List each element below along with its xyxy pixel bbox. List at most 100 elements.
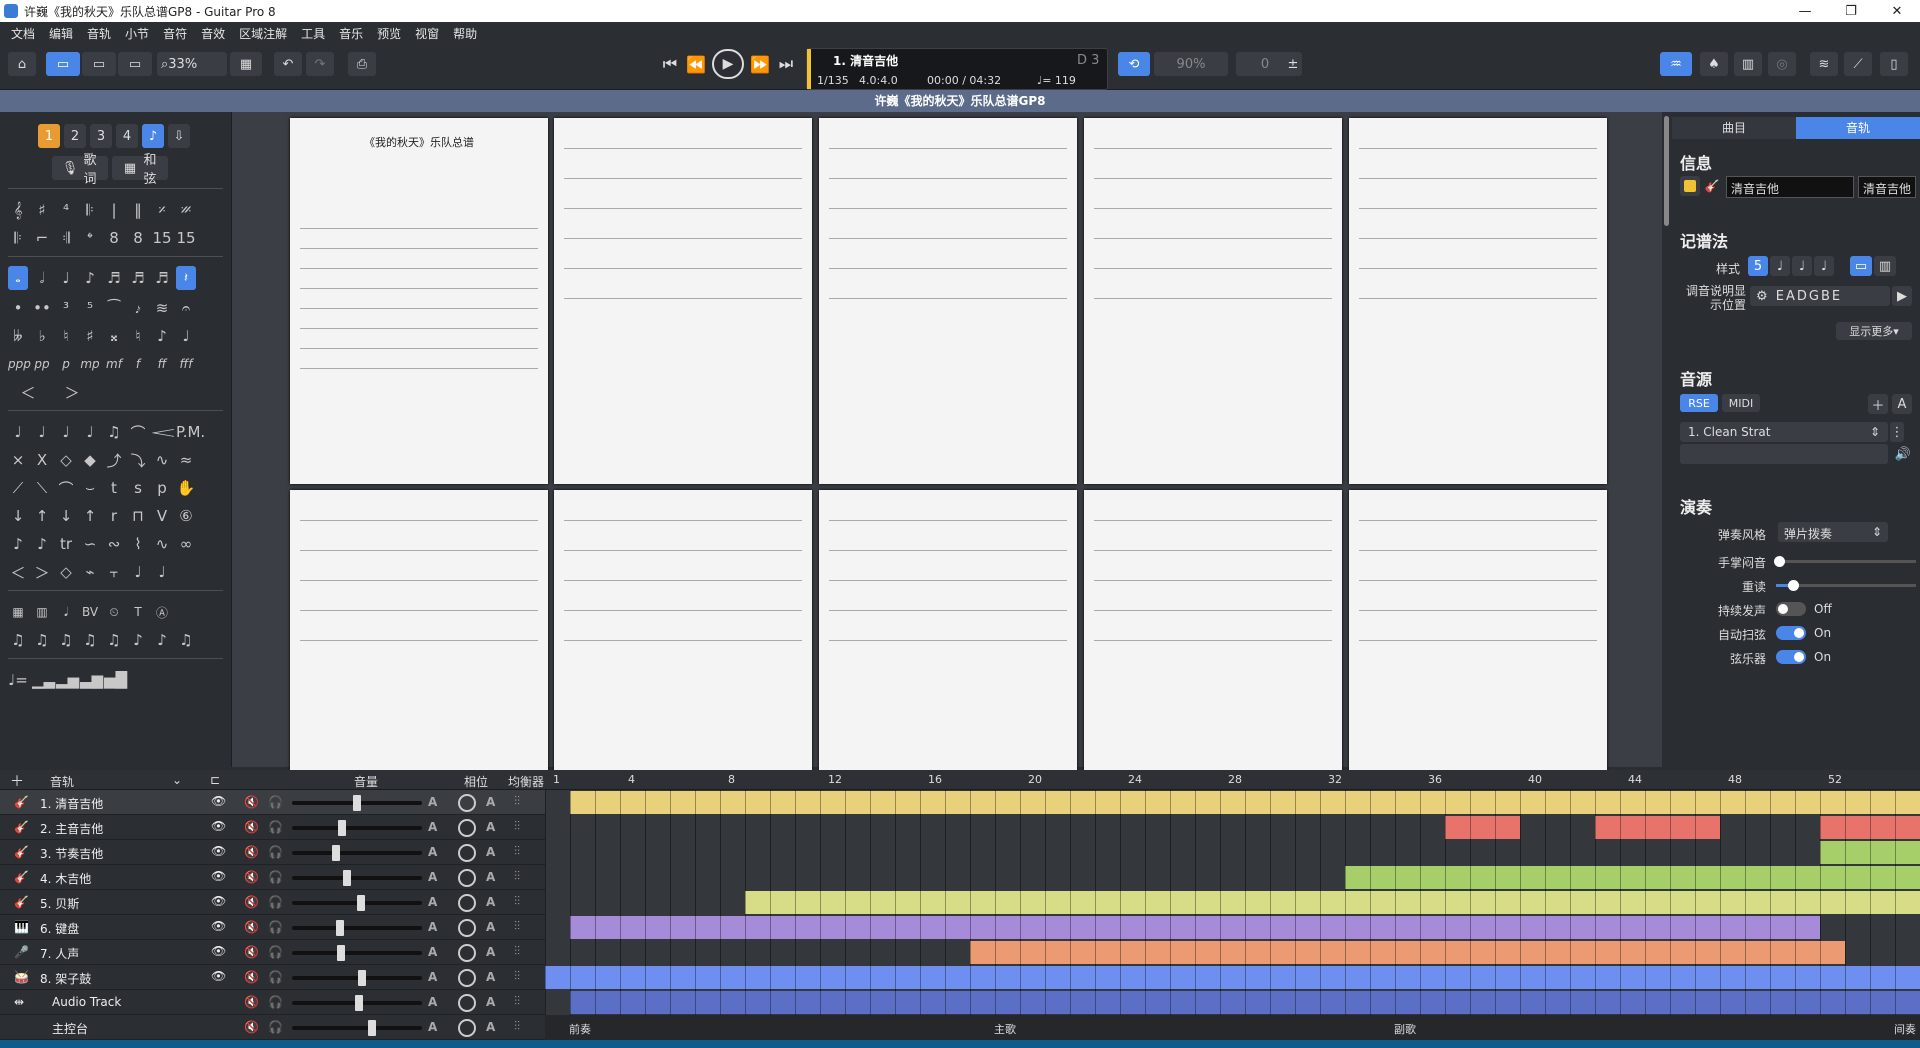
slider-handle[interactable] [1774, 556, 1785, 567]
track-short-name-input[interactable]: 清音吉他 [1858, 176, 1916, 198]
up-bow-icon[interactable]: V [152, 507, 172, 525]
mordent-icon[interactable]: ∾ [104, 535, 124, 553]
preset-select[interactable]: 1. Clean Strat ⇕ [1680, 422, 1888, 442]
volume-slider[interactable] [292, 845, 422, 861]
solo-icon[interactable]: 🎧 [268, 970, 283, 984]
track-lane[interactable] [545, 890, 1920, 915]
eq-icon[interactable]: ⫶⫶ [514, 944, 520, 959]
menu-note[interactable]: 音符 [156, 25, 194, 42]
eq-automation-icon[interactable]: ▅█ [104, 671, 127, 689]
eq-icon[interactable]: ⫶⫶ [514, 894, 520, 909]
visibility-icon[interactable]: 👁 [211, 944, 226, 958]
scrollbar-thumb[interactable] [1664, 116, 1669, 226]
standard-notation-icon[interactable]: ♩ [1770, 256, 1790, 276]
volume-automation-icon[interactable]: A [428, 845, 437, 859]
solo-icon[interactable]: 🎧 [268, 895, 283, 909]
track-row[interactable]: ⇹ Audio Track 🔇 🎧 A A ⫶⫶ [0, 990, 545, 1015]
grace-icon[interactable]: 𝆔 [128, 299, 148, 317]
loop-icon[interactable]: ⟲ [1118, 52, 1150, 76]
volume-automation-icon[interactable]: A [428, 870, 437, 884]
play-button[interactable]: ▶ [712, 49, 744, 79]
go-end-icon[interactable]: ⏭ [774, 52, 798, 76]
artificial-harmonic-icon[interactable]: ◆ [80, 451, 100, 469]
slap-icon[interactable]: s [128, 479, 148, 497]
volume-automation-icon[interactable]: A [428, 795, 437, 809]
volume-slider[interactable] [292, 820, 422, 836]
beam-icon[interactable]: 𝅘𝅥 [56, 605, 76, 620]
alt-ending-icon[interactable]: ⌐ [32, 229, 52, 247]
stroke-up-icon[interactable]: ↑ [32, 507, 52, 525]
rasgueado-icon[interactable]: r [104, 507, 124, 525]
score-page-4[interactable] [1084, 118, 1342, 484]
auto-beam-2-icon[interactable]: ♫ [32, 631, 52, 649]
tremolo-icon[interactable]: ≋ [152, 299, 172, 317]
mute-icon[interactable]: 🔇 [244, 995, 259, 1009]
diamond-icon[interactable]: ◇ [56, 563, 76, 581]
volume-slider[interactable] [292, 795, 422, 811]
pick-down-icon[interactable]: ↓ [56, 507, 76, 525]
mute-icon[interactable]: 🔇 [244, 1020, 259, 1034]
key-sig-icon[interactable]: ♯ [32, 201, 52, 219]
tremolo-bar-icon[interactable]: ♩ [152, 563, 172, 581]
plus-minus-icon[interactable]: ± [1284, 52, 1302, 76]
layout-screen-icon[interactable]: ▭ [118, 52, 152, 76]
more-options-icon[interactable]: ⋮ [1890, 422, 1904, 442]
section-marker[interactable]: 副歌 [1394, 1021, 1416, 1037]
volume-automation-icon[interactable]: ▁▃ [32, 671, 55, 689]
volume-automation-icon[interactable]: A [428, 945, 437, 959]
eq-icon[interactable]: ⫶⫶ [514, 919, 520, 934]
mute-icon[interactable]: 🔇 [244, 870, 259, 884]
pan-knob[interactable] [458, 794, 476, 812]
chord-button[interactable]: ▦ 和弦 [112, 153, 168, 187]
pan-automation-icon[interactable]: A [486, 820, 495, 834]
slash-notation-icon[interactable]: ♩ [1792, 256, 1812, 276]
volume-automation-icon[interactable]: A [428, 820, 437, 834]
volume-handle[interactable] [368, 1020, 376, 1036]
tab-song[interactable]: 曲目 [1672, 117, 1796, 139]
pan-automation-icon[interactable]: A [486, 895, 495, 909]
timer-icon[interactable]: ⏲ [104, 605, 124, 620]
visibility-icon[interactable]: 👁 [211, 919, 226, 933]
volume-automation-icon[interactable]: A [428, 895, 437, 909]
bar-block[interactable] [1445, 816, 1520, 839]
multi-staff-icon[interactable]: ▥ [1874, 256, 1896, 276]
bar-block[interactable] [1345, 866, 1920, 889]
eighth-note-icon[interactable]: ♪ [80, 269, 100, 287]
menu-effects[interactable]: 音效 [194, 25, 232, 42]
pan-knob[interactable] [458, 869, 476, 887]
track-row[interactable]: 🎹 6. 键盘 👁 🔇 🎧 A A ⫶⫶ [0, 915, 545, 940]
glissando-icon[interactable]: ∿ [152, 535, 172, 553]
thirty-second-icon[interactable]: ♬ [128, 269, 148, 287]
volume-slider[interactable] [292, 945, 422, 961]
solo-icon[interactable]: 🎧 [268, 870, 283, 884]
treble-clef-icon[interactable]: 𝄞 [8, 201, 28, 219]
track-color-button[interactable] [1680, 176, 1700, 196]
pan-knob[interactable] [458, 844, 476, 862]
volume-handle[interactable] [353, 795, 361, 811]
midi-button[interactable]: MIDI [1722, 394, 1760, 412]
dyn-ppp-icon[interactable]: ppp [8, 357, 31, 371]
x-note-icon[interactable]: X [32, 451, 52, 469]
auto-strum-toggle[interactable] [1776, 626, 1806, 640]
half-note-icon[interactable]: 𝅗𝅥 [32, 269, 52, 287]
menu-view[interactable]: 预览 [370, 25, 408, 42]
double-flat-icon[interactable]: 𝄫 [8, 327, 28, 345]
print-icon[interactable]: ⎙ [348, 52, 376, 76]
ottava-icon[interactable]: 8 [104, 229, 124, 247]
auto-beam-3-icon[interactable]: ♫ [56, 631, 76, 649]
menu-tools[interactable]: 工具 [294, 25, 332, 42]
sixty-fourth-icon[interactable]: ♬ [152, 269, 172, 287]
single-staff-icon[interactable]: ▭ [1850, 256, 1872, 276]
volume-slider[interactable] [292, 995, 422, 1011]
double-dot-icon[interactable]: •• [32, 299, 52, 317]
solo-icon[interactable]: 🎧 [268, 1020, 283, 1034]
crescendo-icon[interactable]: ＜ [8, 382, 48, 403]
wah-automation-icon[interactable]: ▃▆ [80, 671, 103, 689]
pop-icon[interactable]: p [152, 479, 172, 497]
pan-knob[interactable] [458, 944, 476, 962]
quindicesima-icon[interactable]: 15 [152, 229, 172, 247]
section-marker[interactable]: 主歌 [994, 1021, 1016, 1037]
acciaccatura-icon[interactable]: ♪ [32, 535, 52, 553]
visibility-icon[interactable]: 👁 [211, 894, 226, 908]
menu-music[interactable]: 音乐 [332, 25, 370, 42]
